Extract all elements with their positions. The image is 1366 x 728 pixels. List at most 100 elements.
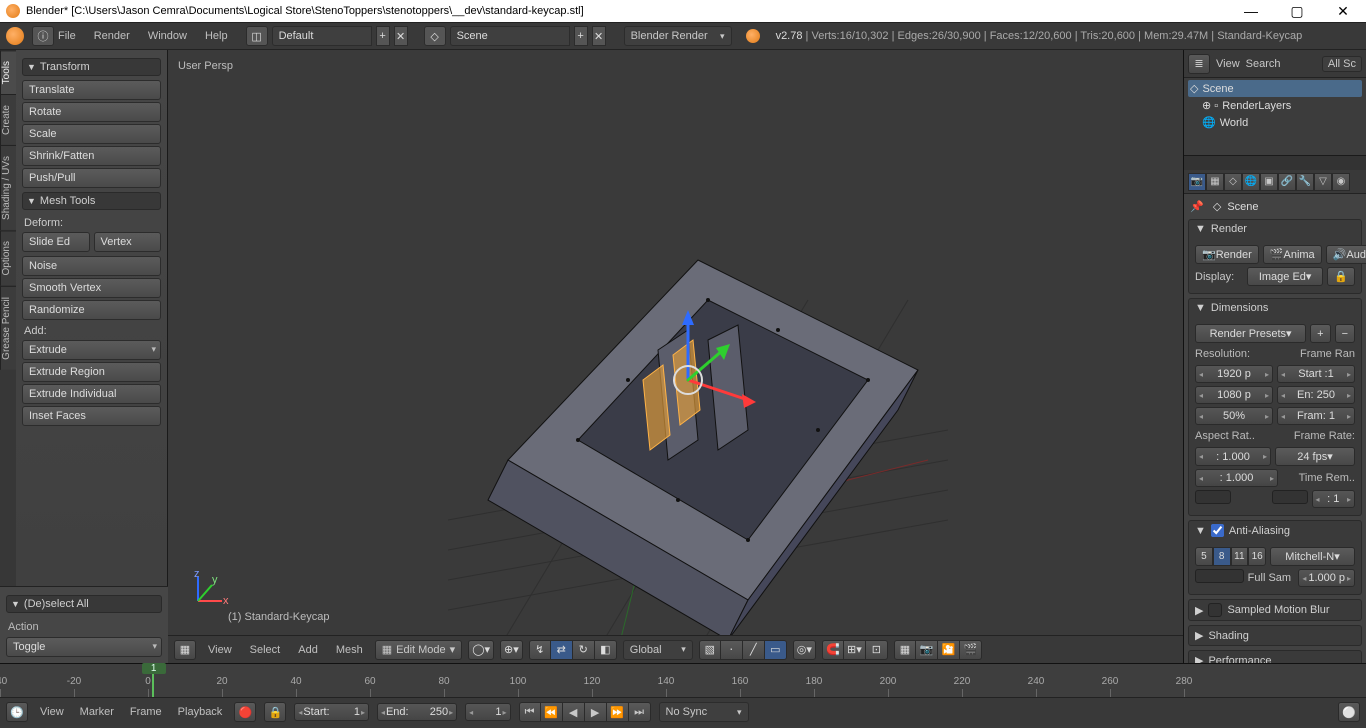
time-remap-field[interactable]: : 1 [1312, 490, 1356, 508]
push-pull-button[interactable]: Push/Pull [22, 168, 161, 188]
remove-preset-button[interactable]: − [1335, 324, 1355, 343]
prop-tab-scene-icon[interactable]: ◇ [1224, 173, 1242, 191]
screen-layout-dropdown[interactable]: Default [272, 26, 372, 46]
tab-create[interactable]: Create [0, 94, 16, 145]
tab-tools[interactable]: Tools [0, 50, 16, 94]
mode-dropdown[interactable]: ▦ Edit Mode ▾ [375, 640, 462, 660]
prop-tab-world-icon[interactable]: 🌐 [1242, 173, 1260, 191]
end-frame-field[interactable]: End: 250 [377, 703, 457, 721]
display-mode-dropdown[interactable]: Image Ed ▾ [1247, 267, 1323, 286]
operator-panel-header[interactable]: ▼(De)select All [6, 595, 162, 613]
scale-button[interactable]: Scale [22, 124, 161, 144]
vp-menu-mesh[interactable]: Mesh [330, 644, 369, 656]
layers-icon[interactable]: ▦ [894, 640, 916, 660]
prop-tab-renderlayers-icon[interactable]: ▦ [1206, 173, 1224, 191]
add-layout-button[interactable]: + [376, 26, 390, 46]
menu-window[interactable]: Window [148, 30, 187, 42]
transform-panel-header[interactable]: ▼Transform [22, 58, 161, 76]
resolution-x-field[interactable]: 1920 p [1195, 365, 1273, 383]
tab-options[interactable]: Options [0, 230, 16, 285]
mesh-tools-panel-header[interactable]: ▼Mesh Tools [22, 192, 161, 210]
outliner-renderlayers-row[interactable]: ⊕ ▫ RenderLayers [1188, 97, 1362, 114]
add-scene-button[interactable]: + [574, 26, 588, 46]
current-frame-field[interactable]: 1 [465, 703, 510, 721]
slide-vertex-button[interactable]: Vertex [94, 232, 162, 252]
delete-scene-button[interactable]: ✕ [592, 26, 606, 46]
limit-selection-icon[interactable]: ▧ [699, 640, 721, 660]
add-preset-button[interactable]: + [1310, 324, 1330, 343]
extrude-dropdown[interactable]: Extrude [22, 340, 161, 360]
render-engine-dropdown[interactable]: Blender Render▾ [624, 26, 732, 46]
dimensions-section-header[interactable]: ▼ Dimensions [1189, 299, 1361, 317]
randomize-button[interactable]: Randomize [22, 300, 161, 320]
border-checkbox[interactable] [1195, 490, 1231, 504]
resolution-y-field[interactable]: 1080 p [1195, 386, 1273, 404]
viewport-shading-icon[interactable]: ◯▾ [468, 640, 494, 660]
prop-tab-object-icon[interactable]: ▣ [1260, 173, 1278, 191]
aspect-y-field[interactable]: : 1.000 [1195, 469, 1278, 487]
aa-8-button[interactable]: 8 [1213, 547, 1231, 566]
shading-header[interactable]: ▶ Shading [1189, 626, 1361, 645]
maximize-button[interactable]: ▢ [1274, 0, 1320, 22]
menu-render[interactable]: Render [94, 30, 130, 42]
aa-16-button[interactable]: 16 [1248, 547, 1266, 566]
rotate-manipulator-icon[interactable]: ↻ [573, 640, 595, 660]
outliner-world-row[interactable]: 🌐 World [1188, 114, 1362, 131]
sync-mode-dropdown[interactable]: No Sync▾ [659, 702, 749, 722]
tl-menu-playback[interactable]: Playback [174, 706, 227, 718]
aa-5-button[interactable]: 5 [1195, 547, 1213, 566]
outliner[interactable]: ◇ Scene ⊕ ▫ RenderLayers 🌐 World [1184, 78, 1366, 156]
aa-enable-checkbox[interactable] [1211, 524, 1224, 537]
prop-tab-constraints-icon[interactable]: 🔗 [1278, 173, 1296, 191]
render-animation-button[interactable]: 🎬Anima [1263, 245, 1322, 264]
timeline-ruler[interactable]: 1 -40-2002040608010012014016018020022024… [0, 664, 1366, 698]
crop-checkbox[interactable] [1272, 490, 1308, 504]
extrude-individual-button[interactable]: Extrude Individual [22, 384, 161, 404]
noise-button[interactable]: Noise [22, 256, 161, 276]
auto-keyframe-icon[interactable]: 🔴 [234, 702, 256, 722]
auto-key-options-icon[interactable]: ⚪ [1338, 702, 1360, 722]
lock-interface-icon[interactable]: 🔒 [1327, 267, 1355, 286]
scene-name-field[interactable]: Scene [450, 26, 570, 46]
scene-browse-icon[interactable]: ◇ [424, 26, 446, 46]
smooth-vertex-button[interactable]: Smooth Vertex [22, 278, 161, 298]
rotate-button[interactable]: Rotate [22, 102, 161, 122]
resolution-pct-field[interactable]: 50% [1195, 407, 1273, 425]
vertex-select-icon[interactable]: ⋅ [721, 640, 743, 660]
opengl-anim-icon[interactable]: 🎬 [960, 640, 982, 660]
play-reverse-icon[interactable]: ◀ [563, 702, 585, 722]
snap-toggle-icon[interactable]: 🧲 [822, 640, 844, 660]
tab-shading-uvs[interactable]: Shading / UVs [0, 145, 16, 230]
editor-type-icon[interactable]: ≣ [1188, 54, 1210, 74]
extrude-region-button[interactable]: Extrude Region [22, 362, 161, 382]
outliner-scrollbar[interactable] [1184, 156, 1366, 170]
opengl-render-icon[interactable]: 🎦 [938, 640, 960, 660]
tl-menu-marker[interactable]: Marker [76, 706, 118, 718]
tl-menu-view[interactable]: View [36, 706, 68, 718]
play-icon[interactable]: ▶ [585, 702, 607, 722]
keyframe-next-icon[interactable]: ⏩ [607, 702, 629, 722]
minimize-button[interactable]: — [1228, 0, 1274, 22]
fps-dropdown[interactable]: 24 fps ▾ [1275, 447, 1355, 466]
orientation-dropdown[interactable]: Global▾ [623, 640, 693, 660]
keyframe-prev-icon[interactable]: ⏪ [541, 702, 563, 722]
jump-end-icon[interactable]: ⏭ [629, 702, 651, 722]
frame-step-field[interactable]: Fram: 1 [1277, 407, 1355, 425]
sampled-motion-blur-header[interactable]: ▶ Sampled Motion Blur [1189, 600, 1361, 620]
shrink-fatten-button[interactable]: Shrink/Fatten [22, 146, 161, 166]
aspect-x-field[interactable]: : 1.000 [1195, 447, 1271, 466]
prop-tab-data-icon[interactable]: ▽ [1314, 173, 1332, 191]
manipulator-toggle-icon[interactable]: ↯ [529, 640, 551, 660]
editor-type-icon[interactable]: 🕒 [6, 702, 28, 722]
translate-manipulator-icon[interactable]: ⇄ [551, 640, 573, 660]
prop-tab-material-icon[interactable]: ◉ [1332, 173, 1350, 191]
outliner-scene-row[interactable]: ◇ Scene [1188, 80, 1362, 97]
prop-tab-modifiers-icon[interactable]: 🔧 [1296, 173, 1314, 191]
snap-target-icon[interactable]: ⊡ [866, 640, 888, 660]
close-button[interactable]: ✕ [1320, 0, 1366, 22]
aa-11-button[interactable]: 11 [1231, 547, 1249, 566]
tab-grease-pencil[interactable]: Grease Pencil [0, 286, 16, 370]
render-preview-icon[interactable]: 📷 [916, 640, 938, 660]
translate-button[interactable]: Translate [22, 80, 161, 100]
outliner-display-mode[interactable]: All Sc [1322, 56, 1362, 72]
